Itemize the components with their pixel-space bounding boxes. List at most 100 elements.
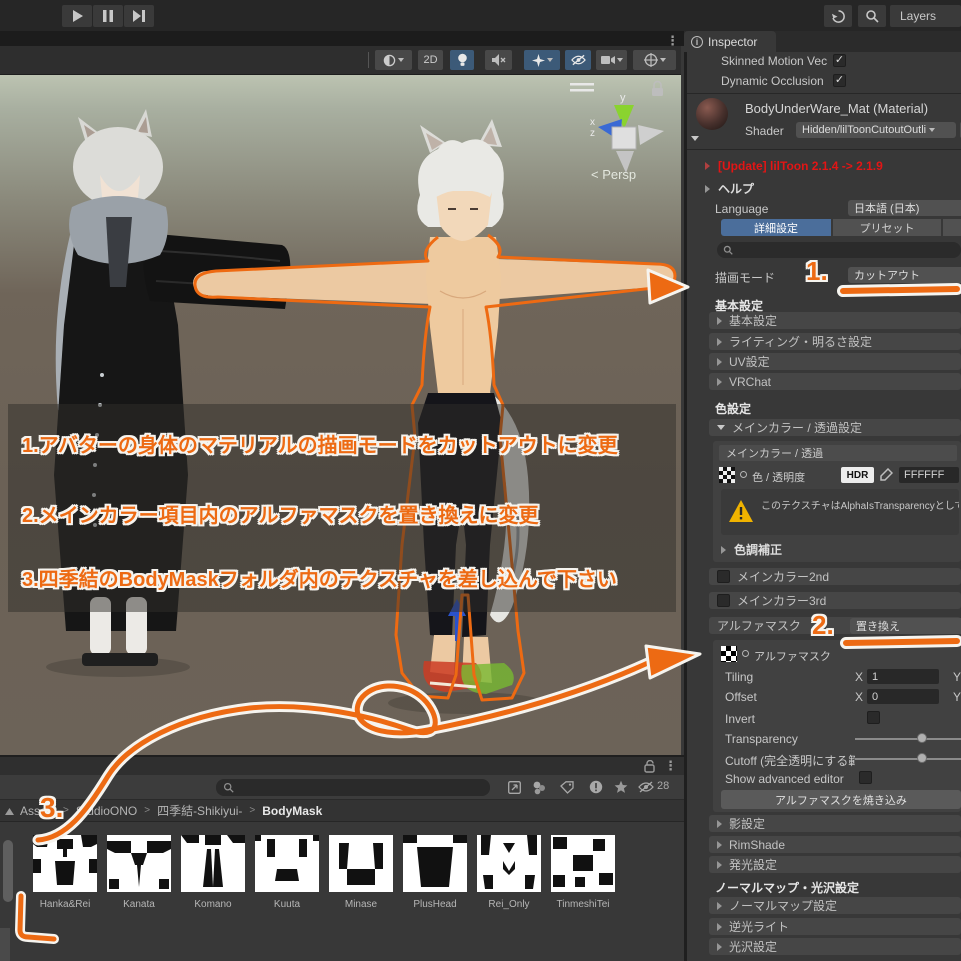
unlock-icon[interactable] (644, 760, 656, 773)
cutoff-slider-knob[interactable] (917, 753, 927, 763)
foldout-label: ノーマルマップ設定 (729, 899, 838, 913)
dynamic-occlusion-checkbox[interactable]: ✓ (833, 74, 846, 87)
tab-preset[interactable]: プリセット (833, 219, 941, 236)
foldout-vrchat[interactable]: VRChat (709, 373, 961, 390)
material-foldout-icon[interactable] (691, 136, 699, 141)
object-picker-icon[interactable] (740, 471, 747, 478)
warning-text: このテクスチャはAlphaIsTransparencyとして設定 (761, 501, 959, 512)
foldout-basic-settings[interactable]: 基本設定 (709, 312, 961, 329)
maincolor-texture-thumb[interactable] (719, 467, 735, 483)
tone-correction-foldout[interactable]: 色調補正 (721, 541, 782, 558)
instruction-line-3: 3.四季結のBodyMaskフォルダ内のテクスチャを差し込んで下さい (22, 569, 617, 591)
foldout-backlight[interactable]: 逆光ライト (709, 918, 961, 935)
offset-x-field[interactable]: 0 (867, 689, 939, 704)
maincolor-3rd-checkbox[interactable] (717, 594, 730, 607)
object-picker-icon[interactable] (742, 650, 749, 657)
tab-label: プリセット (859, 222, 915, 235)
scene-audio-button[interactable] (485, 50, 512, 70)
breadcrumb-studio[interactable]: StudioONO (76, 804, 137, 818)
scene-visibility-button[interactable] (565, 50, 591, 70)
chevron-down-icon (659, 58, 666, 62)
eyedropper-icon[interactable] (879, 468, 893, 482)
cutoff-slider[interactable] (855, 758, 961, 760)
tiling-x-field[interactable]: 1 (867, 669, 939, 684)
show-advanced-checkbox[interactable] (859, 771, 872, 784)
tab-inspector[interactable]: i Inspector (684, 31, 776, 52)
vertical-scrollbar-thumb[interactable] (3, 840, 13, 902)
step-button[interactable] (124, 5, 154, 27)
filter-type-icon[interactable] (532, 780, 546, 795)
rendering-mode-value: カットアウト (854, 270, 920, 282)
texture-item[interactable]: Kanata (107, 835, 171, 910)
project-toolbar: 28 (0, 775, 684, 800)
vertical-scrollbar-track[interactable] (0, 928, 10, 961)
favorites-star-icon[interactable] (614, 780, 628, 794)
texture-item[interactable]: PlusHead (403, 835, 467, 910)
help-foldout[interactable]: ヘルプ (705, 180, 754, 197)
rendering-mode-dropdown[interactable]: カットアウト (848, 267, 961, 283)
hdr-button[interactable]: HDR (841, 467, 874, 483)
layers-dropdown[interactable]: Layers (890, 5, 961, 27)
gizmos-dropdown[interactable] (633, 50, 676, 70)
toggle-2d-button[interactable]: 2D (418, 50, 443, 70)
tab-detail-settings[interactable]: 詳細設定 (721, 219, 831, 236)
chevron-right-icon (717, 942, 722, 951)
texture-item[interactable]: Komano (181, 835, 245, 910)
foldout-emission-settings[interactable]: 発光設定 (709, 856, 961, 873)
foldout-rimshade[interactable]: RimShade (709, 836, 961, 853)
language-dropdown[interactable]: 日本語 (日本) (848, 200, 961, 216)
kebab-menu-icon[interactable]: ⋮ (664, 758, 677, 774)
tiling-y-axis: Y (953, 670, 961, 684)
collab-history-button[interactable] (824, 5, 852, 27)
alert-icon[interactable] (589, 780, 603, 794)
inspector-search-input[interactable] (717, 242, 961, 258)
texture-item[interactable]: Minase (329, 835, 393, 910)
foldout-lighting-settings[interactable]: ライティング・明るさ設定 (709, 333, 961, 350)
collapse-arrow-icon[interactable] (5, 808, 14, 815)
hidden-eye-slash-icon[interactable] (638, 781, 654, 793)
chevron-down-icon (929, 128, 936, 132)
foldout-maincolor[interactable]: メインカラー / 透過設定 (709, 419, 961, 436)
search-button[interactable] (858, 5, 886, 27)
foldout-maincolor-3rd[interactable]: メインカラー3rd (709, 592, 961, 609)
update-notice-row[interactable]: [Update] lilToon 2.1.4 -> 2.1.9 (705, 159, 883, 173)
foldout-normalmap-settings[interactable]: ノーマルマップ設定 (709, 897, 961, 914)
alphamask-mode-dropdown[interactable]: 置き換え (850, 618, 961, 634)
breadcrumb-folder[interactable]: BodyMask (262, 804, 322, 818)
invert-label: Invert (725, 712, 756, 726)
bake-alphamask-button[interactable]: アルファマスクを焼き込み (721, 790, 961, 809)
texture-label: PlusHead (413, 899, 457, 910)
instruction-line-1: 1.アバターの身体のマテリアルの描画モードをカットアウトに変更 (22, 435, 618, 457)
texture-item[interactable]: TinmeshiTei (551, 835, 615, 910)
foldout-maincolor-2nd[interactable]: メインカラー2nd (709, 568, 961, 585)
chevron-right-icon (717, 316, 722, 325)
skinned-motion-checkbox[interactable]: ✓ (833, 54, 846, 67)
scene-camera-dropdown[interactable] (596, 50, 627, 70)
play-button[interactable] (62, 5, 92, 27)
color-hex-field[interactable]: FFFFFF (899, 467, 959, 483)
scene-lighting-button[interactable] (450, 50, 474, 70)
invert-checkbox[interactable] (867, 711, 880, 724)
shading-mode-dropdown[interactable] (375, 50, 412, 70)
texture-item[interactable]: Rei_Only (477, 835, 541, 910)
transparency-slider-knob[interactable] (917, 733, 927, 743)
effects-icon (531, 53, 545, 67)
label-tag-icon[interactable] (560, 781, 574, 794)
scene-view[interactable]: y x z < Persp 1.アバターの身体のマテリアルの描画モードをカットア… (0, 75, 681, 758)
project-search-input[interactable] (216, 779, 490, 796)
open-window-icon[interactable] (508, 781, 521, 794)
foldout-uv-settings[interactable]: UV設定 (709, 353, 961, 370)
foldout-gloss-settings[interactable]: 光沢設定 (709, 938, 961, 955)
scene-effects-dropdown[interactable] (524, 50, 560, 70)
texture-item[interactable]: Kuuta (255, 835, 319, 910)
tab-cutoff[interactable] (943, 219, 961, 236)
transparency-slider[interactable] (855, 738, 961, 740)
foldout-shadow-settings[interactable]: 影設定 (709, 815, 961, 832)
maincolor-2nd-checkbox[interactable] (717, 570, 730, 583)
pause-button[interactable] (93, 5, 123, 27)
perspective-label[interactable]: < Persp (591, 167, 636, 182)
shader-dropdown[interactable]: Hidden/lilToonCutoutOutli (796, 122, 956, 138)
texture-item[interactable]: Hanka&Rei (33, 835, 97, 910)
breadcrumb-avatar[interactable]: 四季結-Shikiyui- (157, 802, 242, 819)
alphamask-texture-thumb[interactable] (721, 646, 737, 662)
